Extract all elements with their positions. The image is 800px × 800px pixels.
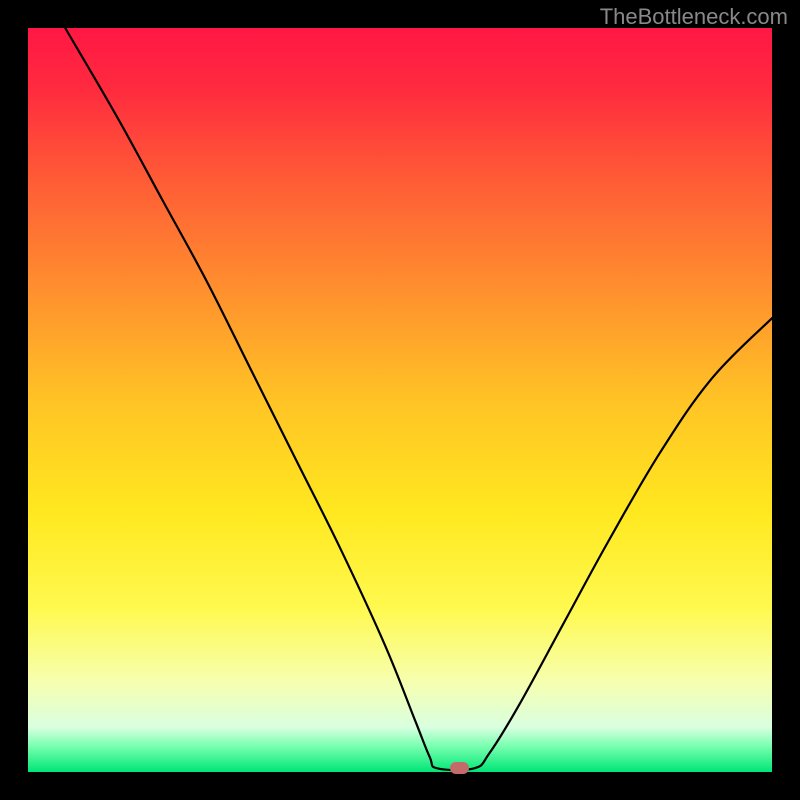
chart-background — [28, 28, 772, 772]
chart-svg — [28, 28, 772, 772]
watermark-label: TheBottleneck.com — [600, 4, 788, 30]
bottleneck-chart — [28, 28, 772, 772]
optimal-point-marker — [450, 762, 469, 774]
